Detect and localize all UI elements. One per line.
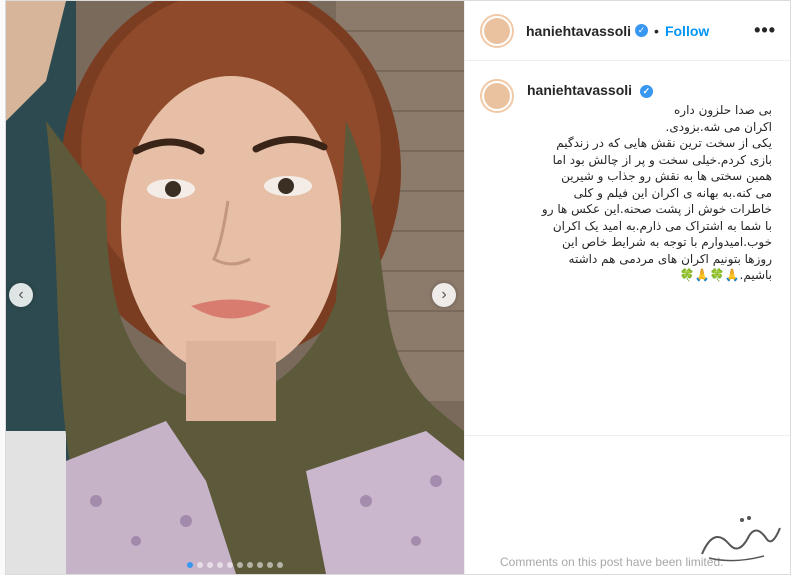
carousel-dot[interactable] — [277, 562, 283, 568]
caption-line: یکی از سخت ترین نقش هایی که در زندگیم — [556, 136, 772, 150]
separator: • — [654, 22, 659, 39]
carousel-dot[interactable] — [207, 562, 213, 568]
caption-line: خوب.امیدوارم با توجه به شرایط خاص این — [562, 235, 772, 249]
carousel-dot[interactable] — [267, 562, 273, 568]
caption-line: همین سختی ها به نقش رو جذاب و شیرین — [561, 169, 772, 183]
post-header: haniehtavassoli ✓ • Follow ••• — [465, 1, 790, 61]
carousel-dot[interactable] — [187, 562, 193, 568]
caption-line: باشیم.🙏🍀🙏🍀 — [679, 268, 772, 282]
caption-line: اکران می شه.بزودی. — [665, 119, 772, 134]
caption-comment: haniehtavassoli ✓ بی صدا حلزون داره اکران… — [465, 61, 790, 284]
carousel-dot[interactable] — [247, 562, 253, 568]
verified-badge-icon: ✓ — [635, 24, 649, 37]
post-media[interactable]: ‹ › — [6, 1, 464, 574]
chevron-right-icon: › — [441, 286, 447, 303]
carousel-indicator — [6, 562, 464, 568]
comments-limited-notice: Comments on this post have been limited. — [500, 555, 724, 569]
post-photo — [6, 1, 464, 574]
follow-button[interactable]: Follow — [665, 23, 709, 39]
instagram-post-window: ‹ › haniehtavassoli ✓ • Follow ••• hanie… — [5, 0, 791, 575]
carousel-dot[interactable] — [237, 562, 243, 568]
watermark-logo — [701, 516, 781, 562]
carousel-dot[interactable] — [197, 562, 203, 568]
avatar[interactable] — [480, 79, 514, 113]
caption-line: روزها بتونیم اکران های مردمی هم داشته — [568, 251, 772, 266]
next-photo-button[interactable]: › — [432, 283, 456, 307]
carousel-dot[interactable] — [227, 562, 233, 568]
caption-line: می کنه.به بهانه ی اکران این فیلم و کلی — [573, 185, 772, 200]
caption-line: بازی کردم.خیلی سخت و پر از چالش بود اما — [552, 152, 772, 167]
chevron-left-icon: ‹ — [18, 286, 24, 303]
post-username[interactable]: haniehtavassoli — [526, 23, 631, 39]
verified-badge-icon: ✓ — [639, 85, 653, 98]
carousel-dot[interactable] — [257, 562, 263, 568]
caption-line: بی صدا حلزون داره — [674, 103, 772, 117]
divider — [465, 435, 790, 436]
caption-username-text: haniehtavassoli — [527, 82, 633, 98]
more-options-icon[interactable]: ••• — [754, 20, 776, 41]
caption-username[interactable]: haniehtavassoli ✓ — [527, 82, 774, 98]
carousel-dot[interactable] — [217, 562, 223, 568]
previous-photo-button[interactable]: ‹ — [9, 283, 33, 307]
post-caption: بی صدا حلزون داره اکران می شه.بزودی. یکی ا… — [527, 102, 774, 284]
caption-line: با شما به اشتراک می ذارم.به امید یک اکرا… — [552, 218, 772, 233]
caption-line: خاطرات خوش از پشت صحنه.این عکس ها رو — [541, 202, 772, 216]
post-side-panel: haniehtavassoli ✓ • Follow ••• haniehtav… — [464, 1, 790, 574]
avatar[interactable] — [480, 13, 514, 48]
